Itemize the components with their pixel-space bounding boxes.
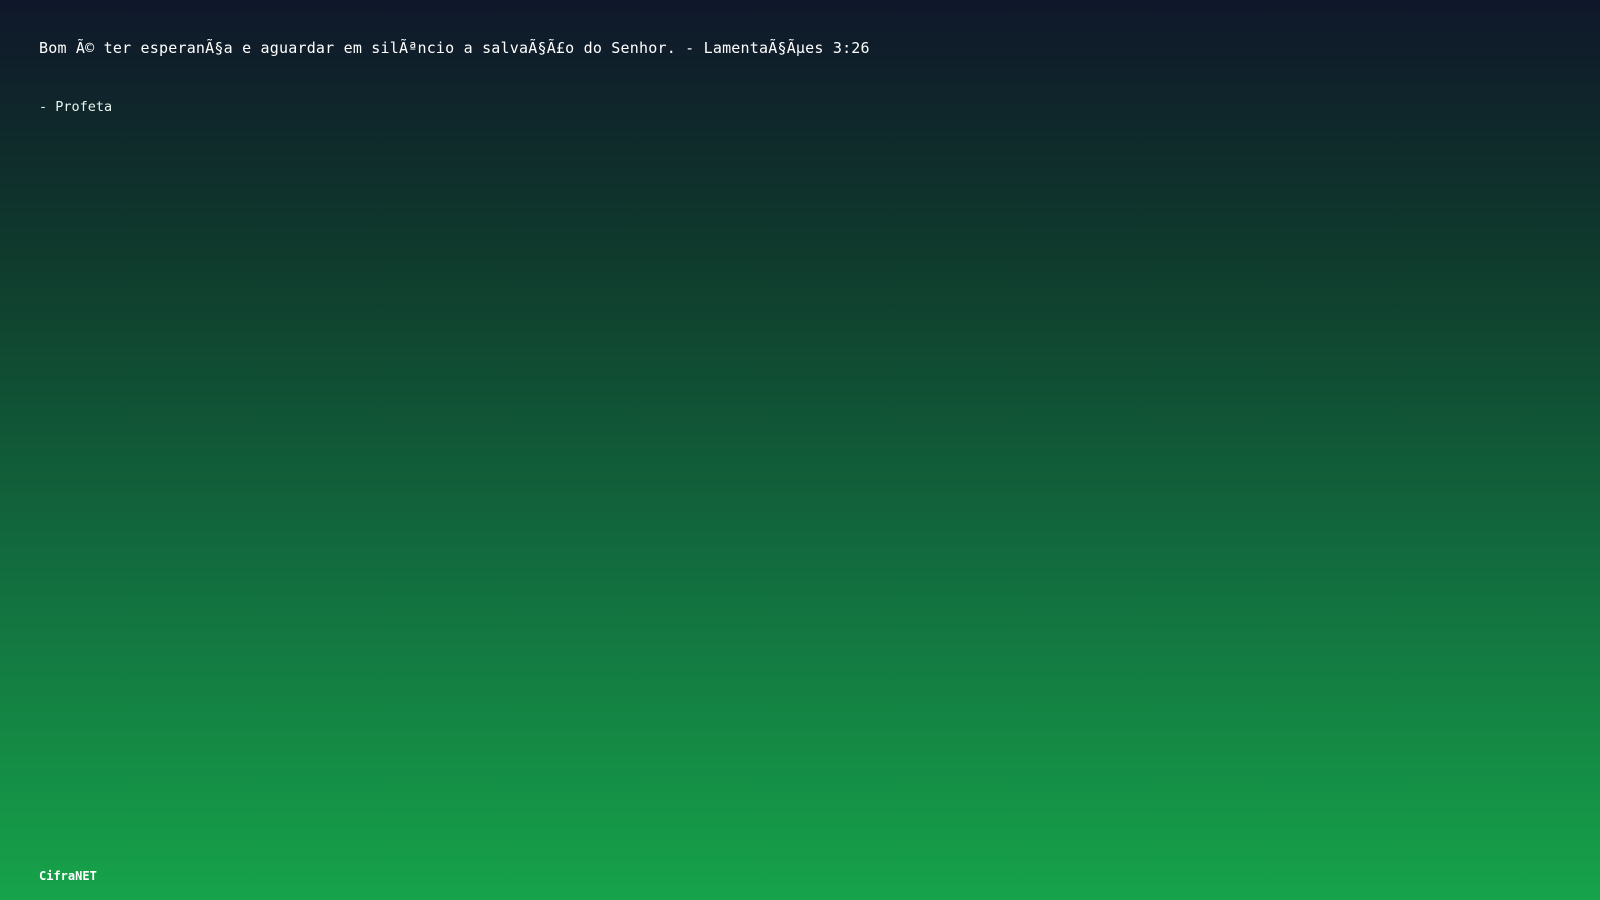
quote-text: Bom Ã© ter esperanÃ§a e aguardar em silÃ…	[39, 39, 870, 57]
quote-author: - Profeta	[39, 99, 113, 115]
brand-name: CifraNET	[39, 869, 97, 883]
